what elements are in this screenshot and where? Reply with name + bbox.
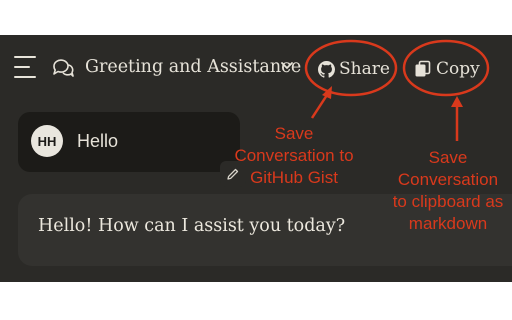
copy-button-label: Copy (436, 59, 480, 79)
github-icon (318, 60, 335, 78)
assistant-message-text: Hello! How can I assist you today? (38, 216, 346, 236)
copy-icon (415, 60, 431, 77)
share-button[interactable]: Share (318, 56, 390, 82)
chevron-down-icon[interactable] (280, 61, 294, 71)
screenshot-stage: Greeting and Assistance Share Copy HH He… (0, 0, 512, 320)
hamburger-menu-icon[interactable] (14, 56, 38, 78)
avatar: HH (31, 125, 63, 157)
share-annotation-text: Save Conversation to GitHub Gist (234, 124, 354, 187)
chat-bubbles-icon (53, 59, 74, 77)
copy-button[interactable]: Copy (414, 56, 480, 82)
copy-annotation-text: Save Conversation to clipboard as markdo… (392, 148, 504, 233)
user-message-text: Hello (77, 131, 119, 151)
share-button-label: Share (339, 59, 390, 79)
conversation-title[interactable]: Greeting and Assistance (85, 57, 301, 77)
